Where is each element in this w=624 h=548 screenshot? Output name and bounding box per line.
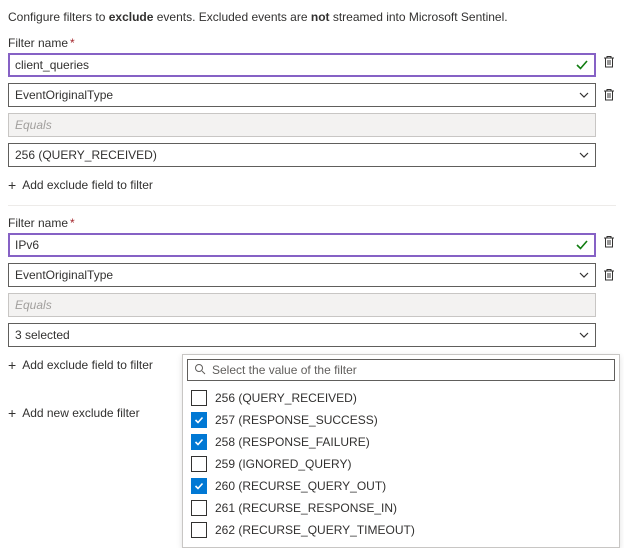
search-icon xyxy=(194,363,206,378)
chevron-down-icon xyxy=(579,150,589,160)
dropdown-option[interactable]: 258 (RESPONSE_FAILURE) xyxy=(187,431,615,453)
field-type-select[interactable]: EventOriginalType xyxy=(8,263,596,287)
dropdown-option[interactable]: 261 (RECURSE_RESPONSE_IN) xyxy=(187,497,615,519)
filter-name-input[interactable]: client_queries xyxy=(8,53,596,77)
delete-filter-icon[interactable] xyxy=(602,54,616,70)
checkbox[interactable] xyxy=(191,434,207,450)
plus-icon: + xyxy=(8,405,16,421)
dropdown-option-label: 257 (RESPONSE_SUCCESS) xyxy=(215,413,378,427)
dropdown-option-label: 261 (RECURSE_RESPONSE_IN) xyxy=(215,501,397,515)
field-type-select[interactable]: EventOriginalType xyxy=(8,83,596,107)
value-dropdown: Select the value of the filter 256 (QUER… xyxy=(182,354,620,548)
delete-filter-icon[interactable] xyxy=(602,234,616,250)
dropdown-option[interactable]: 259 (IGNORED_QUERY) xyxy=(187,453,615,475)
dropdown-option-label: 260 (RECURSE_QUERY_OUT) xyxy=(215,479,386,493)
checkbox[interactable] xyxy=(191,478,207,494)
chevron-down-icon xyxy=(579,270,589,280)
value-select[interactable]: 256 (QUERY_RECEIVED) xyxy=(8,143,596,167)
checkbox[interactable] xyxy=(191,412,207,428)
operator-field: Equals xyxy=(8,113,596,137)
value-select[interactable]: 3 selected xyxy=(8,323,596,347)
valid-check-icon xyxy=(575,58,589,72)
dropdown-option-label: 262 (RECURSE_QUERY_TIMEOUT) xyxy=(215,523,415,537)
add-exclude-field-button[interactable]: + Add exclude field to filter xyxy=(8,353,153,377)
checkbox[interactable] xyxy=(191,456,207,472)
dropdown-option-label: 259 (IGNORED_QUERY) xyxy=(215,457,351,471)
dropdown-option-label: 256 (QUERY_RECEIVED) xyxy=(215,391,357,405)
dropdown-option[interactable]: 257 (RESPONSE_SUCCESS) xyxy=(187,409,615,431)
chevron-down-icon xyxy=(579,90,589,100)
chevron-down-icon xyxy=(579,330,589,340)
operator-field: Equals xyxy=(8,293,596,317)
delete-field-icon[interactable] xyxy=(602,267,616,283)
filter-name-input[interactable]: IPv6 xyxy=(8,233,596,257)
plus-icon: + xyxy=(8,357,16,373)
checkbox[interactable] xyxy=(191,390,207,406)
dropdown-option[interactable]: 256 (QUERY_RECEIVED) xyxy=(187,387,615,409)
filter-name-label: Filter name* xyxy=(8,36,75,50)
checkbox[interactable] xyxy=(191,522,207,538)
intro-text: Configure filters to exclude events. Exc… xyxy=(8,10,616,24)
dropdown-option-label: 258 (RESPONSE_FAILURE) xyxy=(215,435,370,449)
dropdown-option[interactable]: 262 (RECURSE_QUERY_TIMEOUT) xyxy=(187,519,615,541)
dropdown-option[interactable]: 260 (RECURSE_QUERY_OUT) xyxy=(187,475,615,497)
dropdown-search-input[interactable]: Select the value of the filter xyxy=(187,359,615,381)
filter-block-1: Filter name* client_queries EventOrigina… xyxy=(8,36,616,206)
plus-icon: + xyxy=(8,177,16,193)
filter-name-label: Filter name* xyxy=(8,216,75,230)
delete-field-icon[interactable] xyxy=(602,87,616,103)
valid-check-icon xyxy=(575,238,589,252)
add-new-exclude-filter-button[interactable]: + Add new exclude filter xyxy=(8,401,140,425)
filter-block-2: Filter name* IPv6 EventOriginalType Equa… xyxy=(8,216,616,385)
add-exclude-field-button[interactable]: + Add exclude field to filter xyxy=(8,173,153,197)
